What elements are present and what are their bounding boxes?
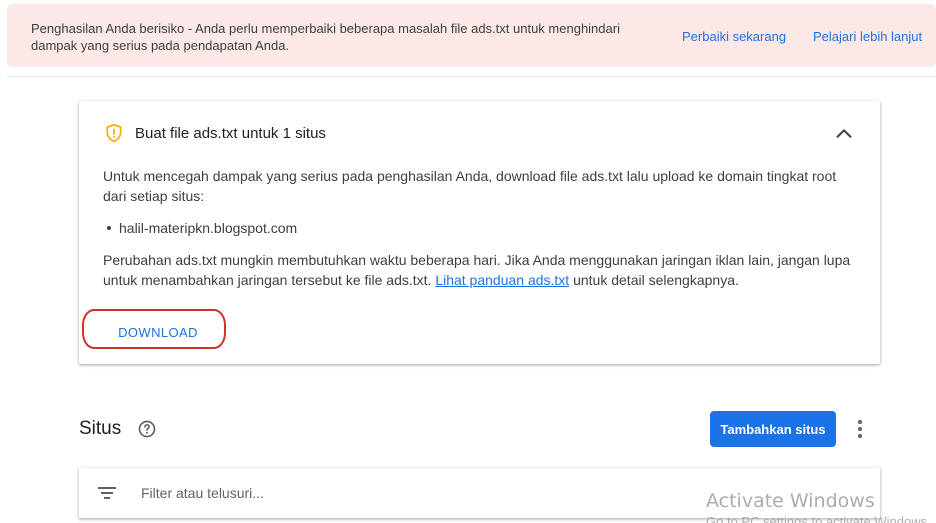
list-item: halil-materipkn.blogspot.com	[103, 218, 853, 238]
ads-txt-guide-link[interactable]: Lihat panduan ads.txt	[435, 272, 569, 288]
learn-more-link[interactable]: Pelajari lebih lanjut	[813, 29, 922, 44]
filter-icon[interactable]	[97, 484, 117, 502]
shield-warning-icon	[106, 123, 122, 143]
card-title: Buat file ads.txt untuk 1 situs	[135, 125, 326, 142]
more-vert-icon[interactable]	[850, 418, 870, 440]
site-domain: halil-materipkn.blogspot.com	[119, 220, 298, 236]
bullet	[107, 226, 111, 230]
card-body: Untuk mencegah dampak yang serius pada p…	[103, 166, 853, 290]
divider	[7, 76, 936, 77]
note-after: untuk detail selengkapnya.	[569, 272, 739, 288]
card-header[interactable]: Buat file ads.txt untuk 1 situs	[79, 101, 880, 163]
banner-message: Penghasilan Anda berisiko - Anda perlu m…	[31, 21, 620, 53]
intro-text: Untuk mencegah dampak yang serius pada p…	[103, 168, 837, 204]
download-button[interactable]: DOWNLOAD	[103, 316, 213, 348]
risk-banner: Penghasilan Anda berisiko - Anda perlu m…	[7, 4, 936, 67]
note-text: Perubahan ads.txt mungkin membutuhkan wa…	[103, 250, 853, 290]
ads-txt-card: Buat file ads.txt untuk 1 situs Untuk me…	[79, 101, 880, 364]
filter-input[interactable]	[141, 481, 701, 505]
activate-windows-title: Activate Windows	[706, 490, 875, 512]
sites-title: Situs	[79, 418, 122, 439]
help-icon[interactable]	[137, 419, 157, 439]
chevron-up-icon[interactable]	[833, 123, 855, 145]
add-site-button[interactable]: Tambahkan situs	[710, 411, 836, 447]
fix-now-link[interactable]: Perbaiki sekarang	[682, 29, 786, 44]
activate-windows-subtitle: Go to PC settings to activate Windows.	[706, 514, 931, 523]
